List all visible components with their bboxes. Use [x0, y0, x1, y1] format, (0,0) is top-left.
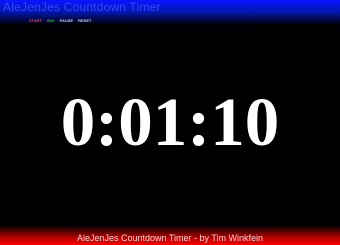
start-button[interactable]: START: [29, 18, 42, 23]
header-bar: AleJenJes Countdown Timer START GO! PAUS…: [0, 0, 340, 25]
app-title: AleJenJes Countdown Timer: [3, 0, 161, 14]
pause-button[interactable]: PAUSE: [60, 18, 73, 23]
reset-button[interactable]: RESET: [78, 18, 91, 23]
go-button[interactable]: GO!: [47, 18, 55, 23]
timer-app: AleJenJes Countdown Timer START GO! PAUS…: [0, 0, 340, 245]
countdown-display: 0:01:10: [60, 84, 280, 160]
footer-credit: AleJenJes Countdown Timer - by Tim Winkf…: [76, 233, 264, 243]
timer-controls: START GO! PAUSE RESET: [29, 18, 91, 23]
